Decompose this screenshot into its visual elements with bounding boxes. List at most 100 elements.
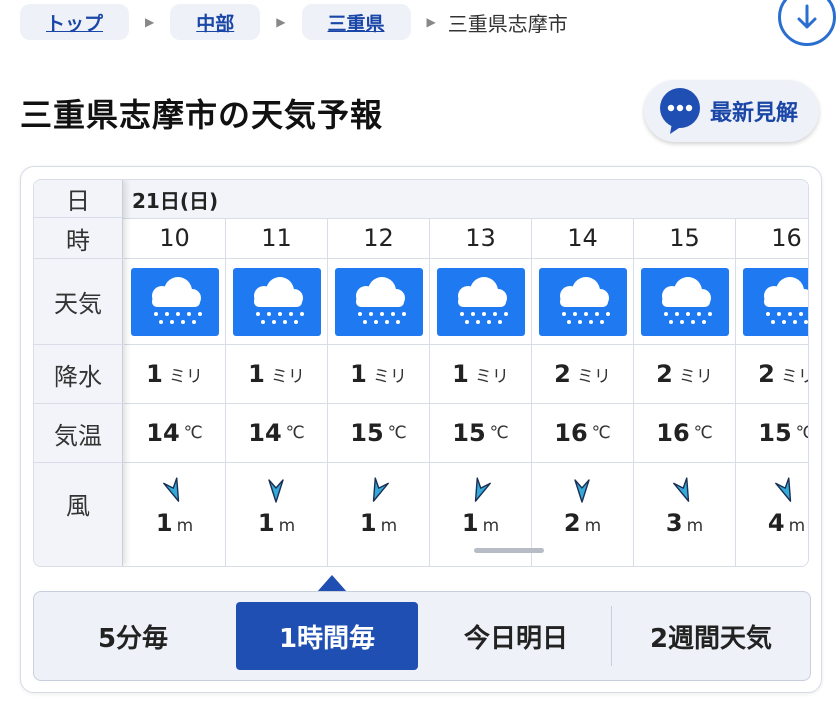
precip-value: 1	[248, 360, 265, 388]
chevron-right-icon: ▶	[145, 15, 155, 29]
wind-direction-arrow-icon	[163, 477, 180, 502]
tab-today-tomorrow[interactable]: 今日明日	[422, 592, 610, 680]
latest-forecast-button[interactable]: 最新見解	[644, 80, 819, 142]
breadcrumb-mie-link[interactable]: 三重県	[301, 4, 411, 40]
day-label: 21日(日)	[132, 188, 219, 213]
precip-unit: ミリ	[576, 366, 611, 387]
breadcrumb-chubu-link[interactable]: 中部	[170, 4, 261, 40]
horizontal-scrollbar[interactable]	[474, 548, 544, 553]
tab-hourly[interactable]: 1時間毎	[236, 602, 418, 670]
heavy-rain-icon	[640, 267, 729, 336]
wind-speed-value: 3	[665, 509, 683, 537]
wind-speed-value: 1	[257, 509, 275, 537]
temp-value: 16	[656, 419, 690, 447]
precip-unit: ミリ	[474, 366, 509, 387]
forecast-card: 日 時 天気 降水 気温 風 21日(日) 10 1 ミリ 14 ℃ 1 m 11 1 ミリ 14 ℃…	[20, 166, 822, 693]
weather-cell	[124, 259, 225, 345]
hour-label: 12	[328, 218, 429, 259]
heavy-rain-icon	[130, 267, 219, 336]
temp-unit: ℃	[591, 423, 611, 443]
temp-value: 14	[248, 419, 282, 447]
wind-unit: m	[584, 516, 602, 536]
wind-direction-arrow-icon	[474, 477, 491, 502]
temp-unit: ℃	[285, 423, 305, 443]
precip-unit: ミリ	[270, 366, 305, 387]
weather-cell	[226, 259, 327, 345]
hour-label: 10	[124, 218, 225, 259]
forecast-column: 11 1 ミリ 14 ℃ 1 m	[226, 218, 328, 566]
precip-value: 1	[350, 360, 367, 388]
tab-5min[interactable]: 5分毎	[34, 592, 232, 680]
weather-cell	[532, 259, 633, 345]
precip-unit: ミリ	[168, 366, 203, 387]
wind-unit: m	[788, 516, 806, 536]
wind-speed-value: 4	[767, 509, 785, 537]
wind-direction-arrow-icon	[673, 477, 690, 502]
temp-unit: ℃	[489, 423, 509, 443]
temp-cell: 15℃	[430, 404, 531, 463]
tab-2weeks[interactable]: 2週間天気	[612, 592, 810, 680]
chevron-right-icon: ▶	[276, 15, 286, 29]
row-label-weather: 天気	[34, 259, 122, 345]
hour-label: 16	[736, 218, 808, 259]
temp-cell: 15℃	[328, 404, 429, 463]
wind-unit: m	[278, 516, 296, 536]
precip-value: 2	[554, 360, 571, 388]
precip-cell: 1 ミリ	[430, 345, 531, 404]
temp-cell: 15℃	[736, 404, 808, 463]
wind-cell: 1m	[328, 463, 429, 566]
wind-unit: m	[380, 516, 398, 536]
wind-direction-arrow-icon	[775, 477, 792, 502]
wind-speed-value: 2	[563, 509, 581, 537]
forecast-column: 13 1 ミリ 15 ℃ 1 m	[430, 218, 532, 566]
breadcrumb-current: 三重県志摩市	[447, 11, 568, 36]
hour-label: 11	[226, 218, 327, 259]
wind-speed-value: 1	[155, 509, 173, 537]
row-label-temp: 気温	[34, 404, 122, 463]
precip-value: 1	[452, 360, 469, 388]
precip-cell: 2ミリ	[634, 345, 735, 404]
wind-cell: 1m	[226, 463, 327, 566]
precip-cell: 1 ミリ	[226, 345, 327, 404]
forecast-column: 10 1 ミリ 14 ℃ 1 m	[124, 218, 226, 566]
precip-cell: 2ミリ	[736, 345, 808, 404]
row-label-precip: 降水	[34, 345, 122, 404]
precip-cell: 1 ミリ	[328, 345, 429, 404]
wind-direction-arrow-icon	[574, 479, 590, 503]
heavy-rain-icon	[232, 267, 321, 336]
temp-value: 16	[554, 419, 588, 447]
chevron-right-icon: ▶	[426, 15, 436, 29]
temp-unit: ℃	[387, 423, 407, 443]
wind-cell: 2m	[532, 463, 633, 566]
precip-unit: ミリ	[372, 366, 407, 387]
precip-value: 2	[656, 360, 673, 388]
active-tab-pointer	[317, 575, 347, 592]
temp-unit: ℃	[183, 423, 203, 443]
download-button[interactable]	[778, 0, 836, 46]
page-title: 三重県志摩市の天気予報	[20, 96, 384, 134]
latest-forecast-label: 最新見解	[710, 101, 799, 126]
temp-unit: ℃	[693, 423, 713, 443]
row-label-wind: 風	[66, 491, 90, 520]
temp-value: 15	[452, 419, 486, 447]
temp-cell: 16 ℃	[532, 404, 633, 463]
forecast-column: 14 2 ミリ 16 ℃ 2 m	[532, 218, 634, 566]
interval-tabs: 5分毎 1時間毎 今日明日 2週間天気	[33, 591, 811, 681]
heavy-rain-icon	[334, 267, 423, 336]
wind-direction-arrow-icon	[268, 479, 284, 503]
forecast-column: 15 2 ミリ 16 ℃ 3 m	[634, 218, 736, 566]
temp-value: 15	[758, 419, 792, 447]
temp-value: 15	[350, 419, 384, 447]
wind-direction-arrow-icon	[372, 477, 389, 502]
hour-label: 15	[634, 218, 735, 259]
hour-label: 13	[430, 218, 531, 259]
wind-cell: 3m	[634, 463, 735, 566]
row-label-day: 日	[34, 180, 122, 218]
hourly-forecast-table[interactable]: 日 時 天気 降水 気温 風 21日(日) 10 1 ミリ 14 ℃ 1 m 11 1 ミリ 14 ℃…	[33, 179, 809, 567]
heavy-rain-icon	[538, 267, 627, 336]
heavy-rain-icon	[742, 267, 808, 336]
breadcrumb-top-link[interactable]: トップ	[20, 4, 130, 40]
temp-cell: 14 ℃	[226, 404, 327, 463]
forecast-column: 16 2ミリ15℃ 4m	[736, 218, 808, 566]
precip-value: 1	[146, 360, 163, 388]
